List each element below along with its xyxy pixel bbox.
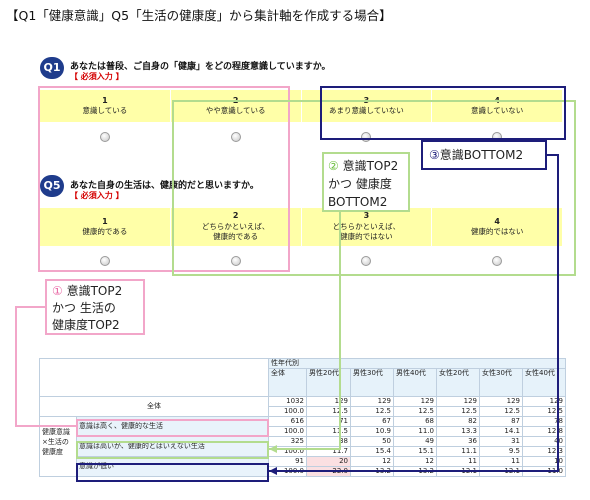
connector-navy-arrow: [269, 467, 277, 475]
connector-pink: [15, 306, 76, 427]
connector-lines: [15, 154, 559, 475]
connector-green: [269, 212, 341, 450]
connector-navy: [269, 154, 559, 472]
connector-green-arrow: [269, 445, 277, 453]
